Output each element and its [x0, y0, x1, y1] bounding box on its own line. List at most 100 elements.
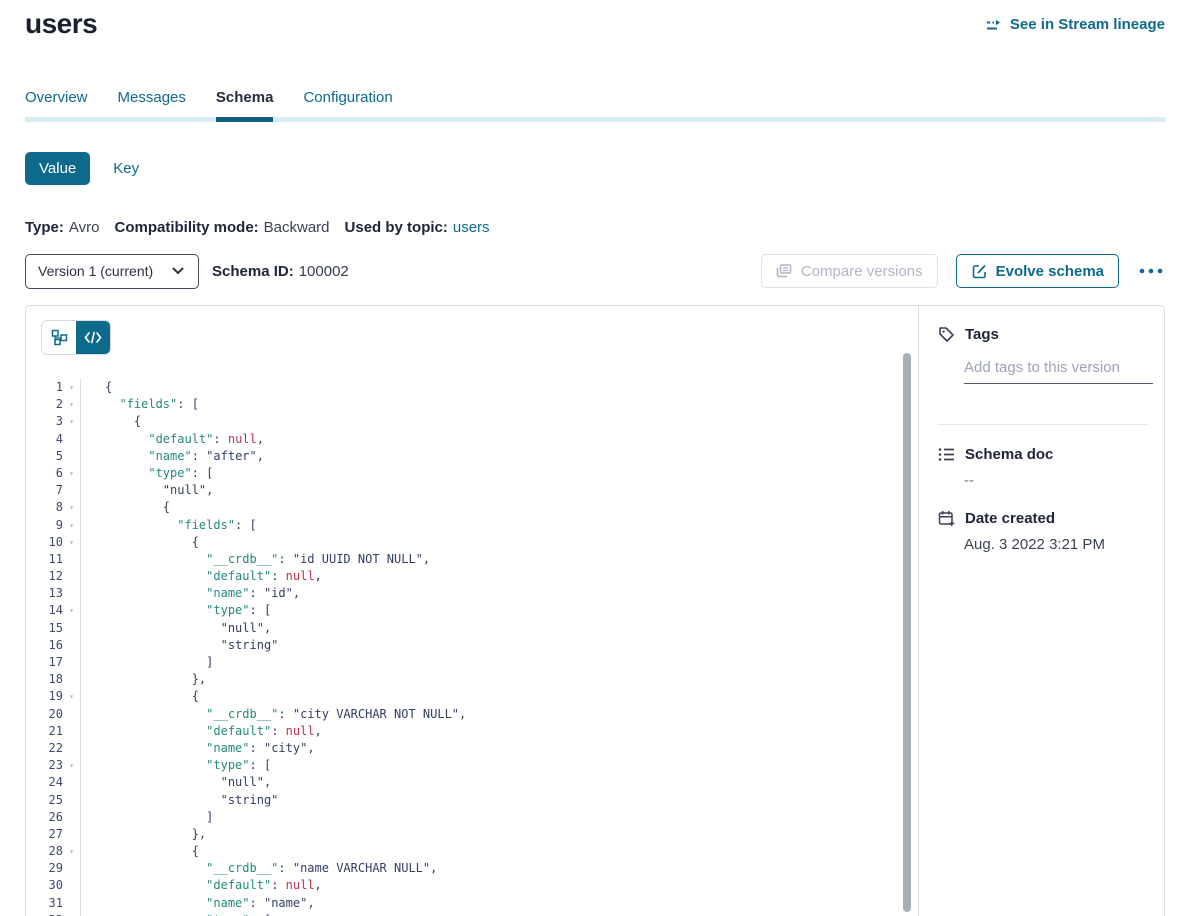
line-number: 32 [26, 912, 63, 916]
code-line: 25 "string" [26, 792, 902, 809]
fold-toggle-icon[interactable]: ▾ [63, 499, 80, 516]
code-line: 23▾ "type": [ [26, 757, 902, 774]
tree-view-icon [51, 329, 68, 346]
tag-icon [938, 326, 955, 343]
fold-toggle-icon[interactable]: ▾ [63, 688, 80, 705]
line-number: 30 [26, 877, 63, 894]
fold-spacer [63, 895, 80, 912]
editor-scrollbar[interactable] [903, 353, 911, 912]
line-number: 24 [26, 774, 63, 791]
schema-id-value: 100002 [299, 263, 349, 280]
schema-editor: 1▾{2▾ "fields": [3▾ {4 "default": null,5… [26, 306, 919, 916]
fold-toggle-icon[interactable]: ▾ [63, 396, 80, 413]
line-number: 28 [26, 843, 63, 860]
code-view-icon [84, 331, 102, 344]
key-toggle-button[interactable]: Key [113, 160, 139, 177]
line-number: 10 [26, 534, 63, 551]
type-value: Avro [69, 219, 100, 236]
tags-section-header: Tags [938, 326, 1148, 343]
date-created-section: Date created Aug. 3 2022 3:21 PM [938, 510, 1148, 553]
fold-toggle-icon[interactable]: ▾ [63, 465, 80, 482]
code-line: 12 "default": null, [26, 568, 902, 585]
line-number: 3 [26, 413, 63, 430]
code-line: 8▾ { [26, 499, 902, 516]
fold-spacer [63, 740, 80, 757]
code-line: 27 }, [26, 826, 902, 843]
fold-toggle-icon[interactable]: ▾ [63, 517, 80, 534]
code-line: 9▾ "fields": [ [26, 517, 902, 534]
code-line: 11 "__crdb__": "id UUID NOT NULL", [26, 551, 902, 568]
value-toggle-button[interactable]: Value [25, 152, 90, 185]
line-number: 27 [26, 826, 63, 843]
fold-toggle-icon[interactable]: ▾ [63, 912, 80, 916]
value-key-toggle: Value Key [25, 152, 139, 185]
fold-spacer [63, 792, 80, 809]
code-line: 26 ] [26, 809, 902, 826]
tab-bar: Overview Messages Schema Configuration [25, 89, 1165, 122]
schema-sidebar: Tags Schema doc -- [920, 306, 1164, 916]
code-lines[interactable]: 1▾{2▾ "fields": [3▾ {4 "default": null,5… [26, 372, 902, 916]
code-line: 4 "default": null, [26, 431, 902, 448]
line-number: 29 [26, 860, 63, 877]
tree-view-button[interactable] [42, 321, 76, 354]
fold-spacer [63, 431, 80, 448]
line-number: 31 [26, 895, 63, 912]
chevron-down-icon [169, 267, 186, 275]
compare-versions-label: Compare versions [801, 263, 923, 280]
line-number: 14 [26, 602, 63, 619]
version-select-value: Version 1 (current) [38, 263, 153, 279]
more-options-button[interactable] [1137, 264, 1165, 278]
schema-doc-value: -- [964, 472, 1148, 489]
schema-id: Schema ID: 100002 [212, 263, 349, 280]
fold-toggle-icon[interactable]: ▾ [63, 413, 80, 430]
fold-spacer [63, 809, 80, 826]
fold-toggle-icon[interactable]: ▾ [63, 379, 80, 396]
code-line: 16 "string" [26, 637, 902, 654]
fold-spacer [63, 723, 80, 740]
line-number: 5 [26, 448, 63, 465]
line-number: 20 [26, 706, 63, 723]
line-number: 25 [26, 792, 63, 809]
see-in-stream-lineage-link[interactable]: See in Stream lineage [986, 16, 1165, 33]
evolve-schema-button[interactable]: Evolve schema [956, 254, 1119, 288]
compare-versions-button[interactable]: Compare versions [761, 254, 938, 288]
line-number: 22 [26, 740, 63, 757]
schema-doc-section: Schema doc -- [938, 446, 1148, 489]
fold-spacer [63, 637, 80, 654]
line-number: 15 [26, 620, 63, 637]
fold-toggle-icon[interactable]: ▾ [63, 602, 80, 619]
code-line: 22 "name": "city", [26, 740, 902, 757]
code-line: 5 "name": "after", [26, 448, 902, 465]
line-number: 8 [26, 499, 63, 516]
line-number: 19 [26, 688, 63, 705]
sidebar-divider [938, 424, 1148, 425]
tab-schema[interactable]: Schema [216, 89, 274, 122]
fold-toggle-icon[interactable]: ▾ [63, 534, 80, 551]
line-number: 6 [26, 465, 63, 482]
add-tags-input[interactable] [964, 359, 1153, 384]
schema-panel: 1▾{2▾ "fields": [3▾ {4 "default": null,5… [25, 305, 1165, 916]
compatibility-mode-label: Compatibility mode: [114, 219, 258, 236]
line-number: 21 [26, 723, 63, 740]
fold-spacer [63, 671, 80, 688]
stream-lineage-icon [986, 18, 1003, 32]
line-number: 16 [26, 637, 63, 654]
used-by-topic-link[interactable]: users [453, 219, 490, 236]
code-line: 24 "null", [26, 774, 902, 791]
fold-toggle-icon[interactable]: ▾ [63, 757, 80, 774]
line-number: 23 [26, 757, 63, 774]
fold-spacer [63, 774, 80, 791]
calendar-plus-icon [938, 510, 955, 527]
code-line: 17 ] [26, 654, 902, 671]
code-line: 30 "default": null, [26, 877, 902, 894]
type-label: Type: [25, 219, 64, 236]
version-select[interactable]: Version 1 (current) [25, 254, 199, 289]
line-number: 13 [26, 585, 63, 602]
schema-id-label: Schema ID: [212, 263, 294, 280]
code-view-button[interactable] [76, 321, 110, 354]
code-line: 29 "__crdb__": "name VARCHAR NULL", [26, 860, 902, 877]
fold-toggle-icon[interactable]: ▾ [63, 843, 80, 860]
line-number: 1 [26, 379, 63, 396]
fold-spacer [63, 826, 80, 843]
code-line: 32▾ "type": [ [26, 912, 902, 916]
